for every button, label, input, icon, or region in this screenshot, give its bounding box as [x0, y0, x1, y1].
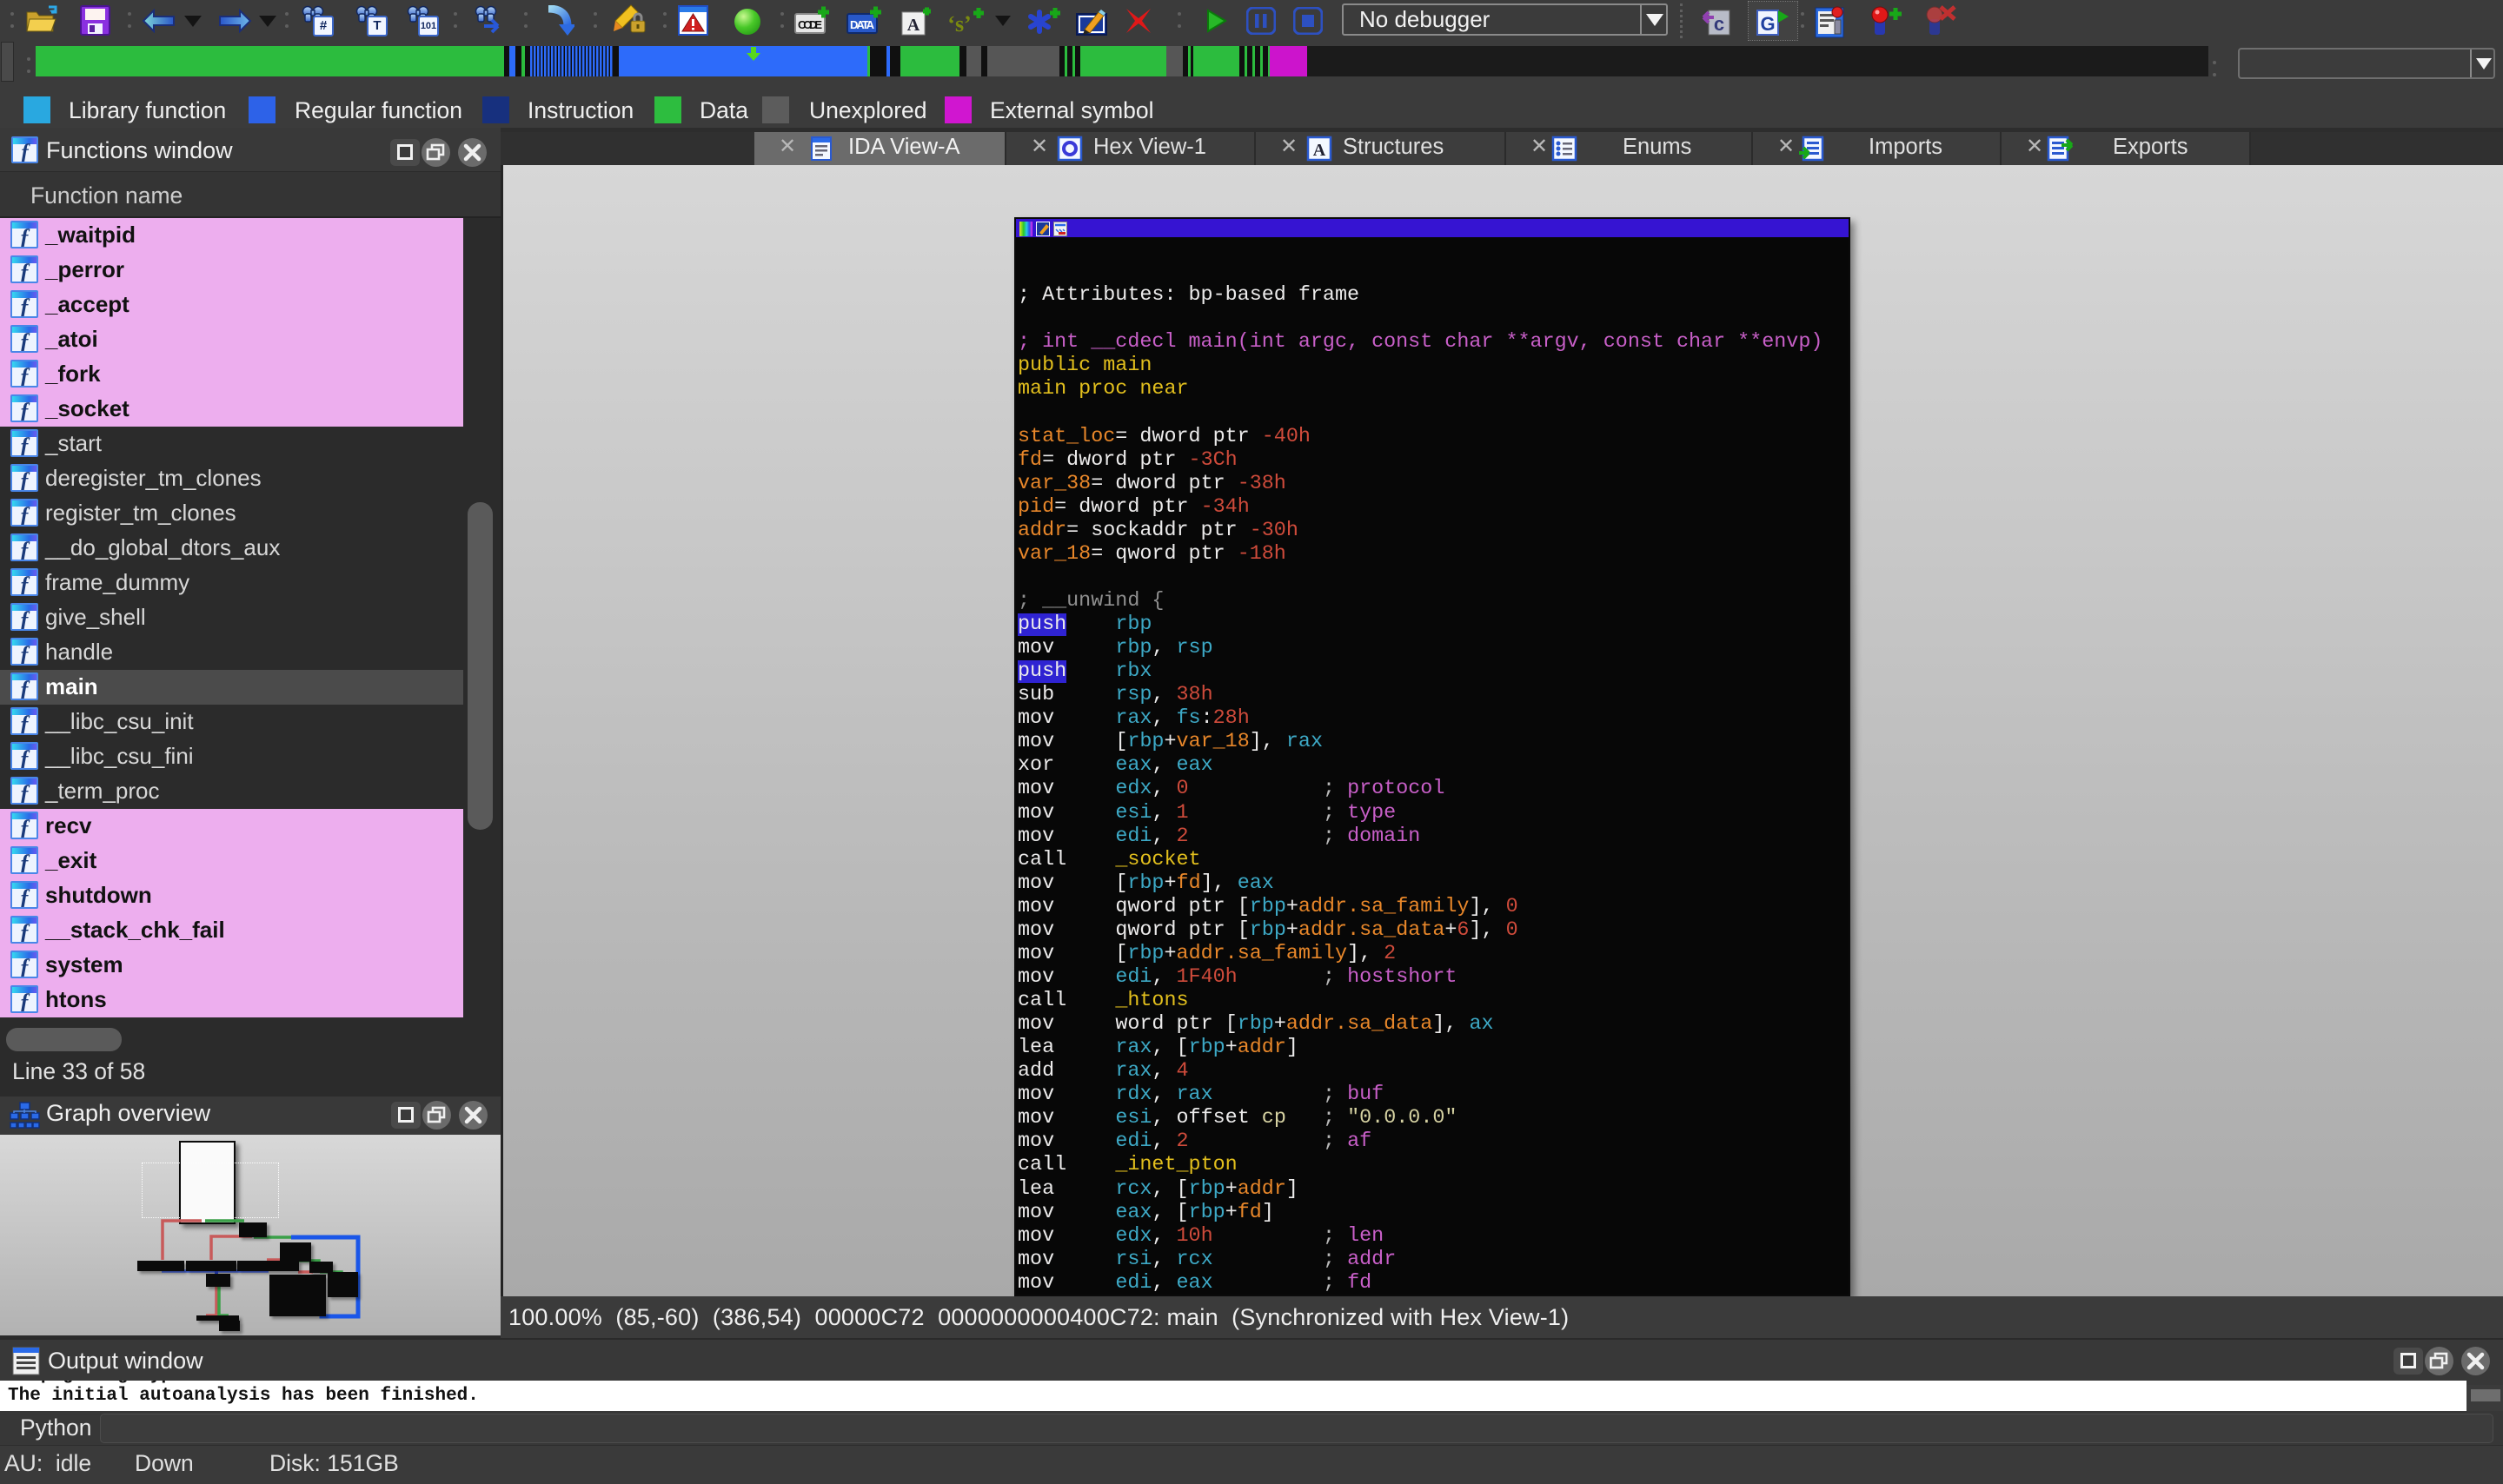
svg-text:DATA: DATA: [850, 18, 875, 31]
svg-text:‘s’: ‘s’: [947, 11, 971, 36]
svg-text:c: c: [1714, 13, 1724, 35]
svg-text:CODE: CODE: [798, 18, 822, 31]
svg-text:A: A: [907, 16, 920, 35]
svg-text:A: A: [1313, 141, 1326, 160]
svg-text:G: G: [1760, 13, 1775, 35]
